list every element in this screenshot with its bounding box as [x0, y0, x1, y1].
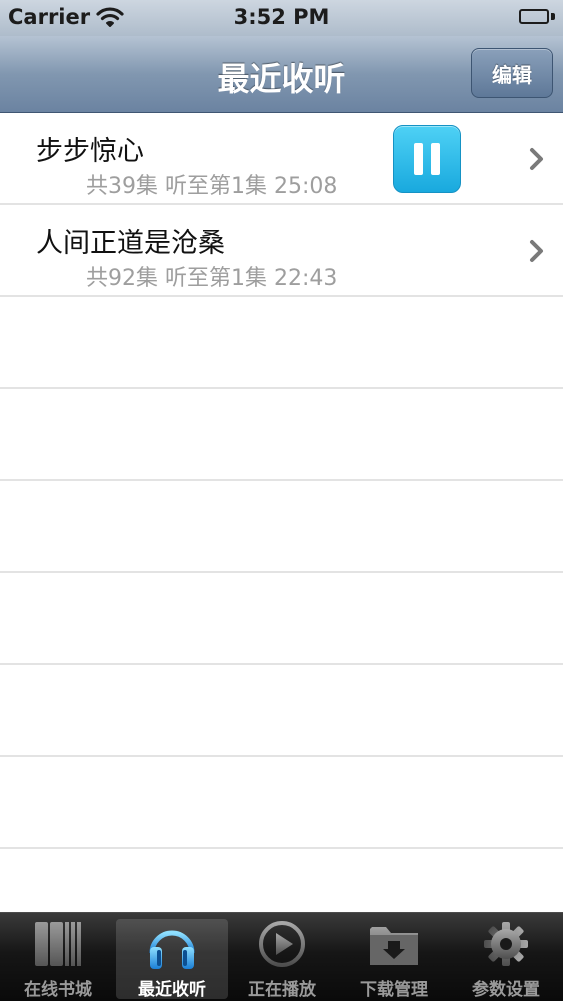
empty-row	[0, 665, 563, 757]
recent-list: 步步惊心 共39集 听至第1集 25:08 人间正道是沧桑 共92集 听至第1集…	[0, 113, 563, 941]
chevron-right-icon	[529, 147, 545, 175]
tab-label: 在线书城	[24, 980, 92, 1000]
chevron-right-icon	[529, 239, 545, 267]
tab-label: 最近收听	[138, 980, 206, 1000]
item-title: 人间正道是沧桑	[36, 228, 225, 259]
empty-row	[0, 297, 563, 389]
play-circle-icon	[226, 919, 338, 971]
empty-row	[0, 757, 563, 849]
list-item[interactable]: 人间正道是沧桑 共92集 听至第1集 22:43	[0, 205, 563, 297]
tab-label: 下载管理	[360, 980, 428, 1000]
tab-recent-listening[interactable]: 最近收听	[116, 919, 228, 1000]
tab-online-bookstore[interactable]: 在线书城	[2, 913, 114, 1001]
pause-button[interactable]	[393, 125, 461, 193]
empty-row	[0, 573, 563, 665]
battery-icon	[519, 9, 555, 26]
tab-download-manager[interactable]: 下载管理	[338, 913, 450, 1001]
tab-label: 正在播放	[248, 980, 316, 1000]
clock-label: 3:52 PM	[233, 5, 330, 29]
item-title: 步步惊心	[36, 136, 144, 167]
bookshelf-icon	[2, 919, 114, 971]
tab-now-playing[interactable]: 正在播放	[226, 913, 338, 1001]
headphones-icon	[116, 919, 228, 971]
pause-icon	[414, 143, 423, 175]
tab-label: 参数设置	[472, 980, 540, 1000]
gear-icon	[450, 919, 562, 971]
item-subtitle: 共92集 听至第1集 22:43	[86, 266, 338, 291]
tab-bar: 在线书城 最近收听 正在播放 下载管理 参数设置	[0, 912, 563, 1001]
download-folder-icon	[338, 919, 450, 971]
status-bar: Carrier 3:52 PM	[0, 0, 563, 36]
navigation-bar: 最近收听 编辑	[0, 36, 563, 113]
list-item[interactable]: 步步惊心 共39集 听至第1集 25:08	[0, 113, 563, 205]
item-subtitle: 共39集 听至第1集 25:08	[86, 174, 338, 199]
edit-button[interactable]: 编辑	[471, 48, 553, 98]
empty-row	[0, 389, 563, 481]
tab-settings[interactable]: 参数设置	[450, 913, 562, 1001]
empty-row	[0, 481, 563, 573]
